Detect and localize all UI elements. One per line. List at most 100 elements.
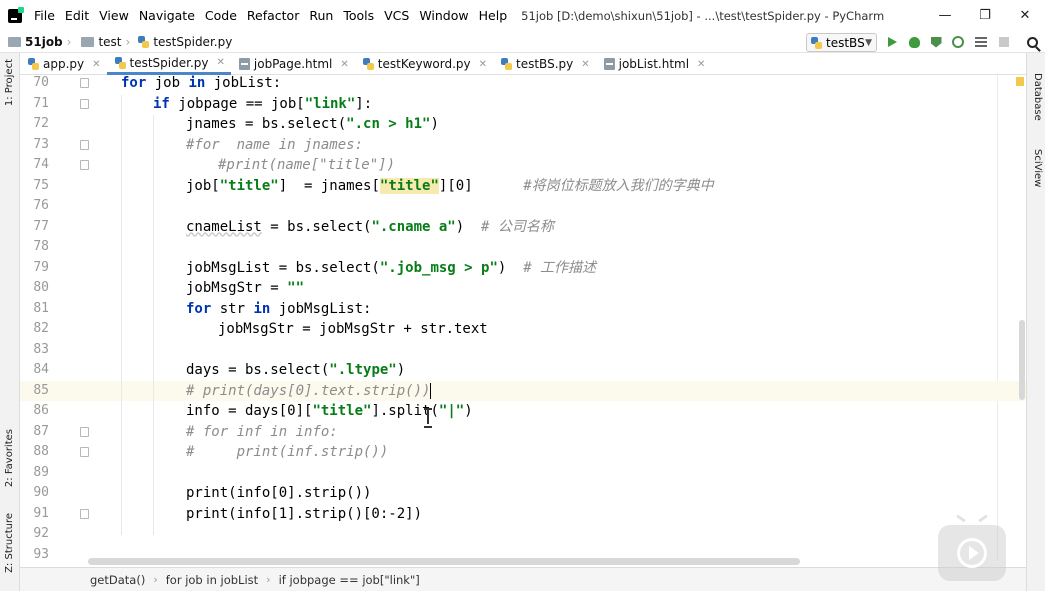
code-line[interactable]: 72 jnames = bs.select(".cn > h1"): [20, 114, 1026, 135]
code-line[interactable]: 86 info = days[0]["title"].split("|"): [20, 401, 1026, 422]
editor-tab[interactable]: testBS.py ✕: [493, 53, 596, 75]
code-line[interactable]: 84 days = bs.select(".ltype"): [20, 360, 1026, 381]
code-line[interactable]: 81 for str in jobMsgList:: [20, 299, 1026, 320]
code-crumb-if[interactable]: if jobpage == job["link"]: [279, 573, 420, 587]
pycharm-window: File Edit View Navigate Code Refactor Ru…: [0, 0, 1045, 591]
code-line[interactable]: 91 print(info[1].strip()[0:-2]): [20, 504, 1026, 525]
vertical-scrollbar[interactable]: [1019, 320, 1025, 400]
minimize-button[interactable]: —: [925, 0, 965, 31]
code-line[interactable]: 73 #for name in jnames:: [20, 135, 1026, 156]
stop-button[interactable]: [996, 34, 1012, 50]
python-file-icon: [362, 58, 374, 70]
menu-window[interactable]: Window: [415, 8, 472, 23]
line-number: 84: [33, 362, 49, 377]
horizontal-scrollbar[interactable]: [88, 558, 800, 565]
code-text: jobMsgList = bs.select(".job_msg > p") #…: [186, 259, 597, 276]
menu-help[interactable]: Help: [475, 8, 512, 23]
menu-navigate[interactable]: Navigate: [135, 8, 199, 23]
close-button[interactable]: ✕: [1005, 0, 1045, 31]
menu-edit[interactable]: Edit: [61, 8, 93, 23]
code-crumb-for-loop[interactable]: for job in jobList: [166, 573, 258, 587]
line-number: 78: [33, 239, 49, 254]
warning-marker[interactable]: [1016, 77, 1024, 86]
right-tool-strip: Database SciView: [1026, 53, 1045, 591]
editor-tab-bar: app.py ✕ testSpider.py ✕ jobPage.html ✕ testKe…: [20, 53, 1026, 75]
breadcrumb-project[interactable]: 51job: [0, 35, 63, 49]
code-crumb-function[interactable]: getData(): [90, 573, 145, 587]
editor-tab[interactable]: jobList.html ✕: [596, 53, 712, 75]
code-line[interactable]: 87 # for inf in info:: [20, 422, 1026, 443]
fold-marker-icon[interactable]: [80, 160, 89, 170]
line-number: 76: [33, 198, 49, 213]
code-line[interactable]: 90 print(info[0].strip()): [20, 483, 1026, 504]
editor-tab-label: jobPage.html: [253, 57, 333, 71]
editor-tab[interactable]: testSpider.py ✕: [106, 53, 231, 75]
structure-tool-tab[interactable]: Z: Structure: [3, 513, 17, 573]
code-line[interactable]: 85 # print(days[0].text.strip()): [20, 380, 1026, 401]
code-text: cnameList = bs.select(".cname a") # 公司名称: [186, 218, 554, 235]
editor-tab[interactable]: testKeyword.py ✕: [355, 53, 493, 75]
code-line[interactable]: 77 cnameList = bs.select(".cname a") # 公司…: [20, 217, 1026, 238]
editor-tab-label: testKeyword.py: [377, 57, 471, 71]
concurrency-icon: [975, 37, 987, 47]
fold-marker-icon[interactable]: [80, 98, 89, 109]
fold-marker-icon[interactable]: [80, 508, 89, 519]
editor-tab[interactable]: jobPage.html ✕: [231, 53, 355, 75]
profile-button[interactable]: [950, 34, 966, 50]
menu-tools[interactable]: Tools: [339, 8, 378, 23]
code-line[interactable]: 80 jobMsgStr = "": [20, 278, 1026, 299]
database-tool-tab[interactable]: Database: [1030, 73, 1044, 121]
close-tab-icon[interactable]: ✕: [340, 59, 348, 70]
coverage-button[interactable]: [928, 34, 944, 50]
breadcrumb-folder-label: test: [98, 34, 122, 49]
menu-file[interactable]: File: [30, 8, 59, 23]
code-text: #print(name["title"]): [218, 157, 396, 173]
html-file-icon: [238, 58, 250, 70]
code-line[interactable]: 79 jobMsgList = bs.select(".job_msg > p")…: [20, 258, 1026, 279]
menu-view[interactable]: View: [95, 8, 133, 23]
chevron-right-icon: ›: [66, 34, 72, 49]
code-line[interactable]: 71 if jobpage == job["link"]:: [20, 94, 1026, 115]
line-number: 83: [33, 341, 49, 357]
code-line[interactable]: 92: [20, 524, 1026, 545]
debug-button[interactable]: [906, 34, 922, 50]
run-configuration-select[interactable]: testBS ▼: [806, 33, 877, 52]
breadcrumb-folder[interactable]: test: [73, 34, 122, 49]
concurrency-button[interactable]: [973, 34, 989, 50]
menu-run[interactable]: Run: [305, 8, 337, 23]
code-line[interactable]: 83: [20, 340, 1026, 361]
code-line[interactable]: 75 job["title"] = jnames["title"][0] #将岗位…: [20, 176, 1026, 197]
close-tab-icon[interactable]: ✕: [217, 57, 225, 68]
code-line[interactable]: 78: [20, 237, 1026, 258]
close-tab-icon[interactable]: ✕: [697, 59, 705, 70]
code-line[interactable]: 74 #print(name["title"]): [20, 155, 1026, 176]
favorites-tool-tab[interactable]: 2: Favorites: [3, 429, 17, 487]
code-line[interactable]: 82 jobMsgStr = jobMsgStr + str.text: [20, 319, 1026, 340]
code-editor[interactable]: 70 for job in jobList: 71 if jobpage == job…: [20, 75, 1026, 561]
video-play-button[interactable]: [938, 525, 1006, 581]
fold-marker-icon[interactable]: [80, 426, 89, 437]
project-tool-tab[interactable]: 1: Project: [3, 59, 17, 106]
breadcrumb-file[interactable]: testSpider.py: [132, 35, 232, 49]
code-line[interactable]: 89: [20, 463, 1026, 484]
code-text: # print(days[0].text.strip()): [186, 382, 432, 399]
fold-marker-icon[interactable]: [80, 78, 89, 88]
restore-button[interactable]: ❐: [965, 0, 1005, 31]
menu-vcs[interactable]: VCS: [380, 8, 413, 23]
pycharm-logo-icon: [8, 6, 24, 23]
code-line[interactable]: 76: [20, 196, 1026, 217]
fold-marker-icon[interactable]: [80, 139, 89, 150]
menu-code[interactable]: Code: [201, 8, 241, 23]
search-everywhere-button[interactable]: [1024, 34, 1040, 50]
code-line[interactable]: 88 # print(inf.strip()): [20, 442, 1026, 463]
run-button[interactable]: [884, 34, 900, 50]
fold-marker-icon[interactable]: [80, 447, 89, 457]
close-tab-icon[interactable]: ✕: [581, 59, 589, 70]
menu-refactor[interactable]: Refactor: [243, 8, 303, 23]
close-tab-icon[interactable]: ✕: [479, 59, 487, 70]
close-tab-icon[interactable]: ✕: [92, 59, 100, 70]
sciview-tool-tab[interactable]: SciView: [1030, 149, 1044, 187]
code-text: job["title"] = jnames["title"][0] #将岗位标题…: [186, 177, 714, 194]
code-line[interactable]: 70 for job in jobList:: [20, 75, 1026, 94]
editor-tab[interactable]: app.py ✕: [20, 53, 107, 75]
